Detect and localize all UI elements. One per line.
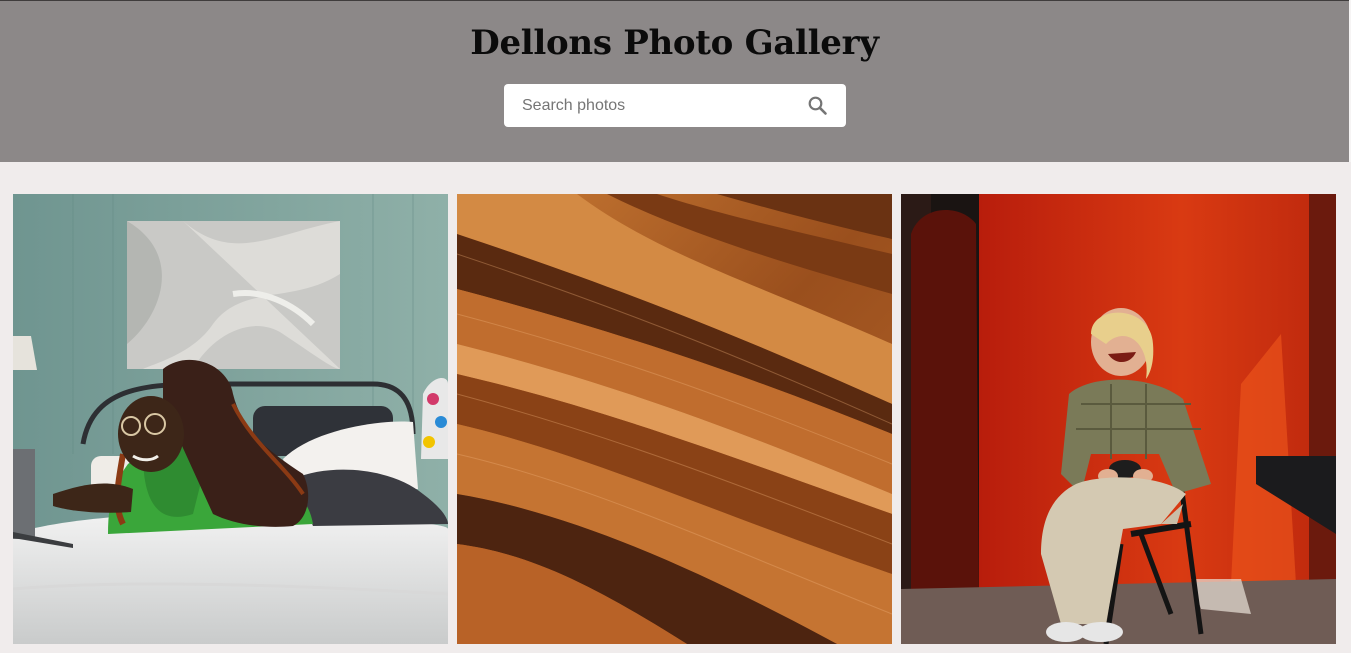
gallery-photo-1[interactable] bbox=[13, 194, 448, 644]
search-bar bbox=[504, 84, 846, 127]
page-title: Dellons Photo Gallery bbox=[470, 23, 879, 63]
photo-woman-on-bed bbox=[13, 194, 448, 644]
photo-sandstone-waves bbox=[457, 194, 892, 644]
search-input[interactable] bbox=[504, 84, 794, 127]
photo-laughing-woman bbox=[901, 194, 1336, 644]
gallery-photo-3[interactable] bbox=[901, 194, 1336, 644]
header: Dellons Photo Gallery bbox=[0, 1, 1349, 162]
search-icon bbox=[808, 96, 827, 115]
gallery-photo-2[interactable] bbox=[457, 194, 892, 644]
search-button[interactable] bbox=[804, 92, 832, 120]
